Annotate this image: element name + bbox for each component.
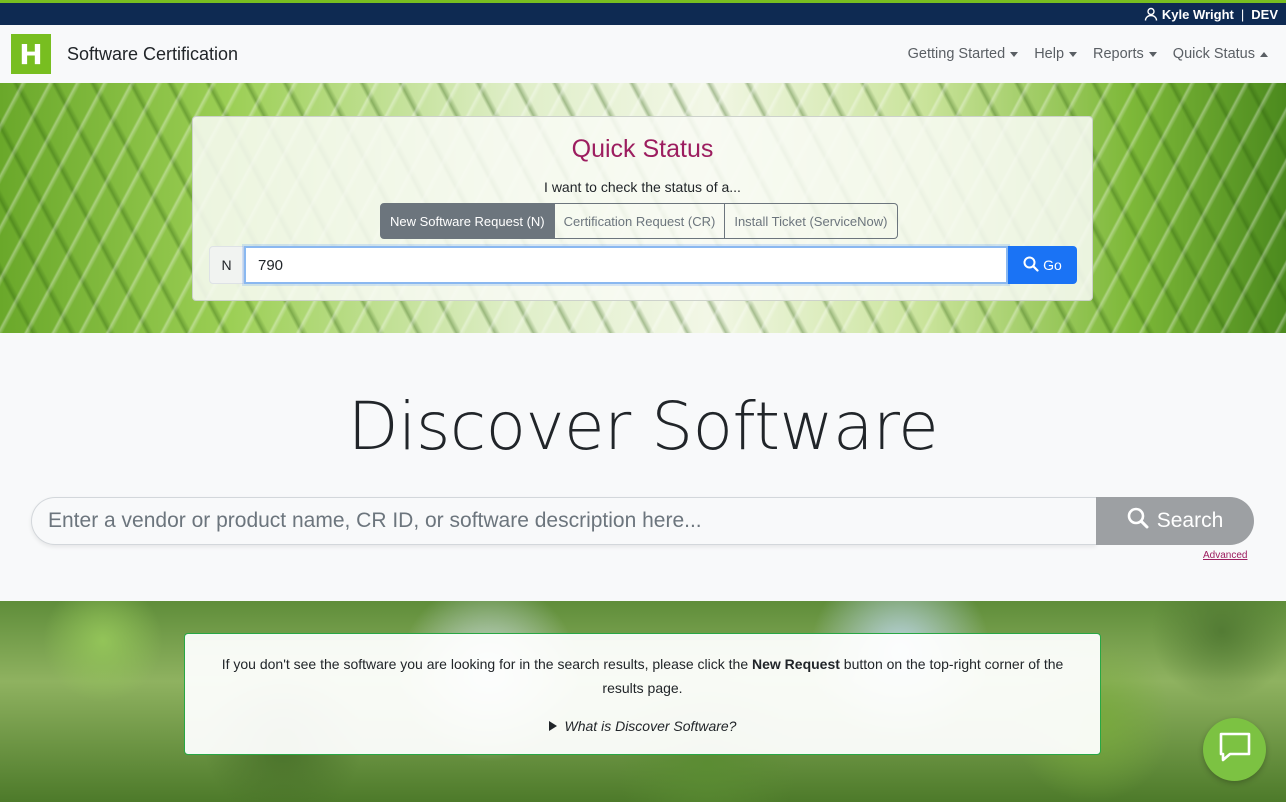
search-button[interactable]: Search bbox=[1096, 497, 1254, 545]
info-text: If you don't see the software you are lo… bbox=[205, 652, 1080, 700]
triangle-right-icon bbox=[548, 721, 557, 731]
info-card: If you don't see the software you are lo… bbox=[184, 633, 1101, 755]
user-name[interactable]: Kyle Wright bbox=[1162, 7, 1234, 22]
quick-status-title: Quick Status bbox=[571, 135, 714, 163]
quick-status-card: Quick Status I want to check the status … bbox=[192, 116, 1093, 301]
go-label: Go bbox=[1043, 257, 1062, 273]
quick-status-subtitle: I want to check the status of a... bbox=[544, 179, 741, 195]
nav-item-label: Reports bbox=[1093, 46, 1144, 62]
discover-search-input[interactable] bbox=[31, 497, 1096, 545]
hero-banner-trees: If you don't see the software you are lo… bbox=[0, 601, 1286, 802]
brand-title[interactable]: Software Certification bbox=[67, 44, 238, 65]
discover-search-group: Search bbox=[31, 497, 1254, 545]
caret-up-icon bbox=[1260, 51, 1268, 57]
go-button[interactable]: Go bbox=[1008, 246, 1077, 284]
new-request-emphasis: New Request bbox=[752, 656, 840, 672]
nav-getting-started[interactable]: Getting Started bbox=[908, 46, 1019, 62]
nav-item-label: Quick Status bbox=[1172, 46, 1255, 62]
nav-menu: Getting Started Help Reports Quick Statu… bbox=[908, 46, 1268, 62]
main-navbar: H Software Certification Getting Started… bbox=[0, 25, 1286, 83]
tab-new-software-request[interactable]: New Software Request (N) bbox=[380, 203, 555, 239]
hero-banner-palm: Quick Status I want to check the status … bbox=[0, 83, 1286, 333]
tab-certification-request[interactable]: Certification Request (CR) bbox=[554, 203, 726, 239]
quick-status-input-group: N Go bbox=[209, 246, 1077, 284]
discover-section: Discover Software Search Advanced bbox=[0, 333, 1286, 601]
quick-status-input[interactable] bbox=[244, 246, 1008, 284]
discover-title: Discover Software bbox=[347, 388, 939, 465]
quick-status-tabs: New Software Request (N) Certification R… bbox=[380, 203, 898, 239]
nav-help[interactable]: Help bbox=[1034, 46, 1078, 62]
nav-item-label: Help bbox=[1034, 46, 1065, 62]
nav-item-label: Getting Started bbox=[907, 46, 1006, 62]
advanced-search-link[interactable]: Advanced bbox=[1203, 550, 1247, 561]
user-icon bbox=[1144, 7, 1158, 21]
user-bar-separator: | bbox=[1240, 6, 1245, 22]
tab-install-ticket[interactable]: Install Ticket (ServiceNow) bbox=[725, 203, 898, 239]
chat-button[interactable] bbox=[1203, 718, 1266, 781]
what-is-discover-toggle[interactable]: What is Discover Software? bbox=[185, 718, 1100, 734]
request-prefix: N bbox=[209, 246, 244, 284]
caret-down-icon bbox=[1010, 51, 1019, 57]
environment-label: DEV bbox=[1251, 6, 1278, 22]
search-icon bbox=[1023, 256, 1039, 275]
nav-reports[interactable]: Reports bbox=[1093, 46, 1157, 62]
chat-bubble-icon bbox=[1218, 731, 1252, 768]
details-summary-label: What is Discover Software? bbox=[564, 718, 737, 734]
user-bar: Kyle Wright | DEV bbox=[0, 0, 1286, 25]
search-icon bbox=[1127, 507, 1149, 535]
nav-quick-status[interactable]: Quick Status bbox=[1173, 46, 1268, 62]
info-text-start: If you don't see the software you are lo… bbox=[221, 656, 752, 672]
caret-down-icon bbox=[1148, 51, 1157, 57]
brand-logo[interactable]: H bbox=[11, 34, 51, 74]
search-label: Search bbox=[1156, 509, 1224, 532]
caret-down-icon bbox=[1069, 51, 1078, 57]
